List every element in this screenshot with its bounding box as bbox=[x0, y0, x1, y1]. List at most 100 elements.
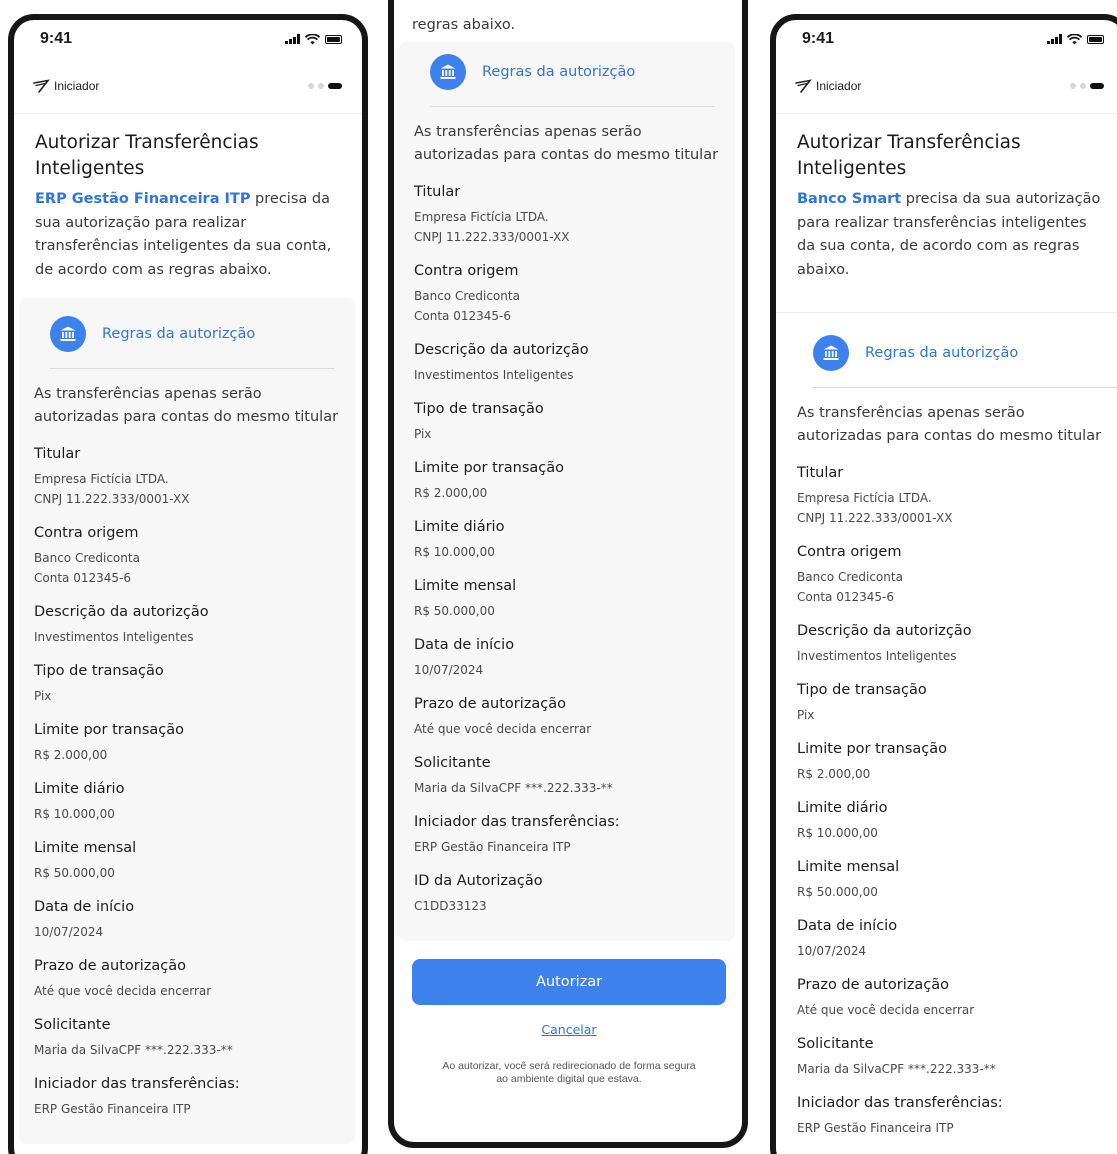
field-label: Iniciador das transferências: bbox=[414, 814, 620, 830]
app-bar: Iniciador bbox=[14, 58, 362, 114]
field-value: Empresa Fictícia LTDA. CNPJ 11.222.333/0… bbox=[34, 472, 190, 506]
rules-header: Regras da autorizção bbox=[34, 312, 355, 356]
status-icons bbox=[1047, 33, 1104, 45]
bank-icon bbox=[50, 316, 86, 352]
field-value: Até que você decida encerrar bbox=[34, 984, 212, 998]
rules-card: Regras da autorizção As transferências a… bbox=[776, 312, 1117, 1154]
field-descricao: Descrição da autorizção Investimentos Int… bbox=[34, 601, 355, 647]
field-solicitante: Solicitante Maria da SilvaCPF ***.222.333… bbox=[414, 752, 735, 798]
divider bbox=[430, 106, 715, 107]
field-iniciador: Iniciador das transferências: ERP Gestão … bbox=[414, 811, 735, 857]
field-label: Limite mensal bbox=[34, 840, 137, 856]
page-title: Autorizar Transferências Inteligentes bbox=[797, 132, 1021, 179]
phone-screen-1: 9:41 Iniciador Autorizar Transferências … bbox=[8, 14, 368, 1154]
field-label: Prazo de autorização bbox=[414, 696, 567, 712]
field-value: Investimentos Inteligentes bbox=[414, 368, 574, 382]
status-time: 9:41 bbox=[40, 30, 73, 47]
rules-intro: As transferências apenas serão autorizad… bbox=[797, 405, 1102, 444]
field-tipo: Tipo de transação Pix bbox=[797, 679, 1117, 725]
requester-link[interactable]: ERP Gestão Financeira ITP bbox=[35, 191, 250, 207]
field-value: 10/07/2024 bbox=[34, 925, 104, 939]
field-solicitante: Solicitante Maria da SilvaCPF ***.222.333… bbox=[34, 1014, 355, 1060]
field-contra-origem: Contra origem Banco Crediconta Conta 0123… bbox=[797, 541, 1117, 607]
field-value: R$ 2.000,00 bbox=[797, 767, 871, 781]
field-label: Descrição da autorizção bbox=[34, 604, 209, 620]
field-label: Limite diário bbox=[34, 781, 125, 797]
field-value: 10/07/2024 bbox=[797, 944, 867, 958]
field-label: Contra origem bbox=[414, 263, 519, 279]
field-label: Limite por transação bbox=[414, 460, 565, 476]
field-data-inicio: Data de início 10/07/2024 bbox=[34, 896, 355, 942]
field-titular: Titular Empresa Fictícia LTDA. CNPJ 11.22… bbox=[414, 181, 735, 247]
rules-card: Regras da autorizção As transferências a… bbox=[19, 298, 355, 1144]
field-label: Limite diário bbox=[797, 800, 888, 816]
field-solicitante: Solicitante Maria da SilvaCPF ***.222.333… bbox=[797, 1033, 1117, 1079]
field-limite-transacao: Limite por transação R$ 2.000,00 bbox=[414, 457, 735, 503]
authorize-button[interactable]: Autorizar bbox=[412, 959, 726, 1005]
field-value: ERP Gestão Financeira ITP bbox=[797, 1121, 954, 1135]
field-prazo: Prazo de autorização Até que você decida … bbox=[414, 693, 735, 739]
field-label: Contra origem bbox=[797, 544, 902, 560]
field-label: ID da Autorização bbox=[414, 873, 543, 889]
status-bar: 9:41 bbox=[14, 20, 362, 58]
requester-link[interactable]: Banco Smart bbox=[797, 191, 901, 207]
field-prazo: Prazo de autorização Até que você decida … bbox=[797, 974, 1117, 1020]
field-label: Limite mensal bbox=[414, 578, 517, 594]
rules-title: Regras da autorizção bbox=[102, 326, 256, 342]
field-label: Prazo de autorização bbox=[34, 958, 187, 974]
step-dots bbox=[308, 82, 342, 89]
page-title: Autorizar Transferências Inteligentes bbox=[35, 132, 259, 179]
field-titular: Titular Empresa Fictícia LTDA. CNPJ 11.22… bbox=[797, 462, 1117, 528]
phone-screen-3: 9:41 Iniciador Autorizar Transferências … bbox=[770, 14, 1117, 1154]
field-label: Data de início bbox=[34, 899, 135, 915]
field-data-inicio: Data de início 10/07/2024 bbox=[414, 634, 735, 680]
field-value: R$ 10.000,00 bbox=[414, 545, 495, 559]
field-value: R$ 10.000,00 bbox=[797, 826, 878, 840]
field-value: Investimentos Inteligentes bbox=[797, 649, 957, 663]
divider bbox=[813, 387, 1117, 388]
field-label: Limite por transação bbox=[34, 722, 185, 738]
field-id-autorizacao: ID da Autorização C1DD33123 bbox=[414, 870, 735, 916]
rules-title: Regras da autorizção bbox=[865, 345, 1019, 361]
field-label: Limite mensal bbox=[797, 859, 900, 875]
field-label: Tipo de transação bbox=[797, 682, 927, 698]
field-prazo: Prazo de autorização Até que você decida … bbox=[34, 955, 355, 1001]
field-descricao: Descrição da autorizção Investimentos Int… bbox=[797, 620, 1117, 666]
actions: Autorizar Cancelar Ao autorizar, você se… bbox=[394, 941, 742, 1086]
field-value: Banco Crediconta Conta 012345-6 bbox=[797, 570, 903, 604]
field-value: R$ 50.000,00 bbox=[797, 885, 878, 899]
field-contra-origem: Contra origem Banco Crediconta Conta 0123… bbox=[414, 260, 735, 326]
signal-icon bbox=[1047, 34, 1062, 44]
rules-intro: As transferências apenas serão autorizad… bbox=[414, 124, 719, 163]
bank-icon bbox=[813, 335, 849, 371]
field-value: C1DD33123 bbox=[414, 899, 487, 913]
wifi-icon bbox=[305, 33, 320, 44]
brand-name: Iniciador bbox=[816, 78, 862, 93]
wifi-icon bbox=[1067, 33, 1082, 44]
field-value: Até que você decida encerrar bbox=[797, 1003, 975, 1017]
field-value: Empresa Fictícia LTDA. CNPJ 11.222.333/0… bbox=[797, 491, 953, 525]
field-titular: Titular Empresa Fictícia LTDA. CNPJ 11.22… bbox=[34, 443, 355, 509]
field-label: Contra origem bbox=[34, 525, 139, 541]
field-iniciador: Iniciador das transferências: ERP Gestão … bbox=[797, 1092, 1117, 1138]
field-value: Maria da SilvaCPF ***.222.333-** bbox=[414, 781, 613, 795]
field-label: Data de início bbox=[414, 637, 515, 653]
brand-name: Iniciador bbox=[54, 78, 100, 93]
field-label: Solicitante bbox=[34, 1017, 111, 1033]
field-tipo: Tipo de transação Pix bbox=[414, 398, 735, 444]
cancel-link[interactable]: Cancelar bbox=[541, 1022, 596, 1037]
field-label: Titular bbox=[414, 184, 461, 200]
field-value: 10/07/2024 bbox=[414, 663, 484, 677]
field-tipo: Tipo de transação Pix bbox=[34, 660, 355, 706]
field-value: Até que você decida encerrar bbox=[414, 722, 592, 736]
brand: Iniciador bbox=[32, 79, 99, 93]
step-dots bbox=[1070, 82, 1104, 89]
field-limite-mensal: Limite mensal R$ 50.000,00 bbox=[797, 856, 1117, 902]
field-label: Titular bbox=[34, 446, 81, 462]
field-label: Iniciador das transferências: bbox=[797, 1095, 1003, 1111]
field-value: Maria da SilvaCPF ***.222.333-** bbox=[34, 1043, 233, 1057]
field-label: Solicitante bbox=[797, 1036, 874, 1052]
iniciador-logo-icon bbox=[33, 78, 50, 93]
phone-screen-2: regras abaixo. Regras da autorizção As t… bbox=[388, 0, 748, 1148]
field-label: Iniciador das transferências: bbox=[34, 1076, 240, 1092]
